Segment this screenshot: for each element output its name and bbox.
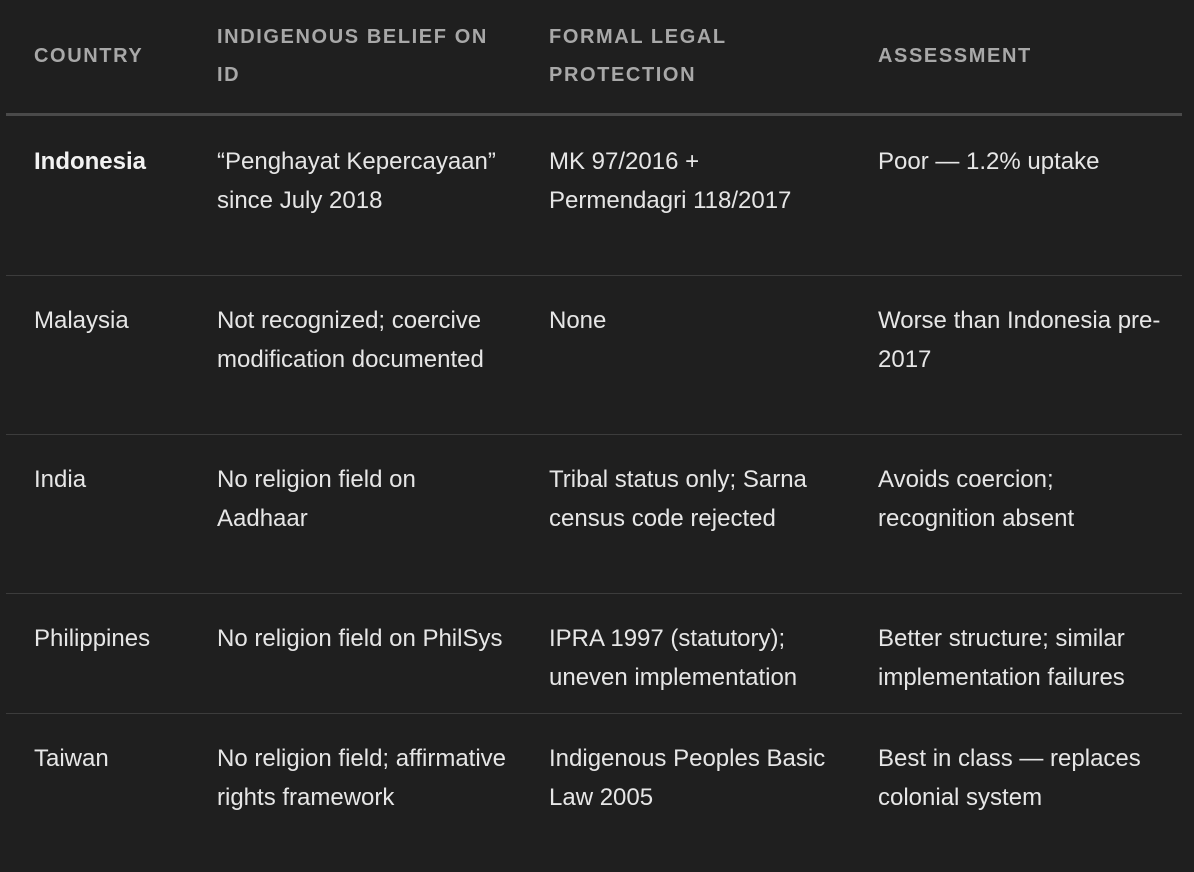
table-row: Malaysia Not recognized; coercive modifi… [6, 275, 1182, 435]
table-row: Philippines No religion field on PhilSys… [6, 593, 1182, 714]
cell-belief-on-id: “Penghayat Kepercayaan” since July 2018 [189, 114, 521, 276]
cell-belief-on-id: No religion field on Aadhaar [189, 434, 521, 594]
header-indigenous-belief-on-id: INDIGENOUS BELIEF ON ID [189, 0, 521, 116]
cell-assessment: Better structure; similar implementation… [850, 593, 1182, 714]
cell-assessment: Best in class — replaces colonial system [878, 744, 1141, 811]
header-formal-legal-protection: FORMAL LEGAL PROTECTION [521, 0, 850, 116]
cell-country: Indonesia [6, 114, 189, 276]
cell-belief-on-id: No religion field on PhilSys [189, 593, 521, 714]
comparison-table: COUNTRY INDIGENOUS BELIEF ON ID FORMAL L… [6, 0, 1182, 869]
header-country: COUNTRY [6, 0, 189, 116]
cell-country: Taiwan [34, 744, 109, 772]
cell-belief-on-id: No religion field; affirmative rights fr… [217, 744, 507, 811]
cell-country: India [6, 434, 189, 594]
cell-legal-protection: None [521, 275, 850, 435]
header-row: COUNTRY INDIGENOUS BELIEF ON ID FORMAL L… [6, 0, 1182, 116]
table-row: Indonesia “Penghayat Kepercayaan” since … [6, 114, 1182, 276]
table-body: Indonesia “Penghayat Kepercayaan” since … [6, 114, 1182, 869]
cell-assessment: Avoids coercion; recognition absent [850, 434, 1182, 594]
cell-legal-protection: Tribal status only; Sarna census code re… [521, 434, 850, 594]
cell-legal-protection: MK 97/2016 + Permendagri 118/2017 [521, 114, 850, 276]
cell-legal-protection: IPRA 1997 (statutory); uneven implementa… [521, 593, 850, 714]
cell-country: Philippines [6, 593, 189, 714]
header-assessment: ASSESSMENT [850, 0, 1182, 116]
cell-legal-protection: Indigenous Peoples Basic Law 2005 [549, 744, 826, 811]
cell-assessment: Worse than Indonesia pre-2017 [850, 275, 1182, 435]
table-header: COUNTRY INDIGENOUS BELIEF ON ID FORMAL L… [6, 0, 1182, 116]
table-row: Taiwan No religion field; affirmative ri… [6, 713, 1182, 869]
comparison-table-container: COUNTRY INDIGENOUS BELIEF ON ID FORMAL L… [6, 0, 1182, 869]
cell-assessment: Poor — 1.2% uptake [850, 114, 1182, 276]
cell-belief-on-id: Not recognized; coercive modification do… [189, 275, 521, 435]
cell-country: Malaysia [6, 275, 189, 435]
table-row: India No religion field on Aadhaar Triba… [6, 434, 1182, 594]
